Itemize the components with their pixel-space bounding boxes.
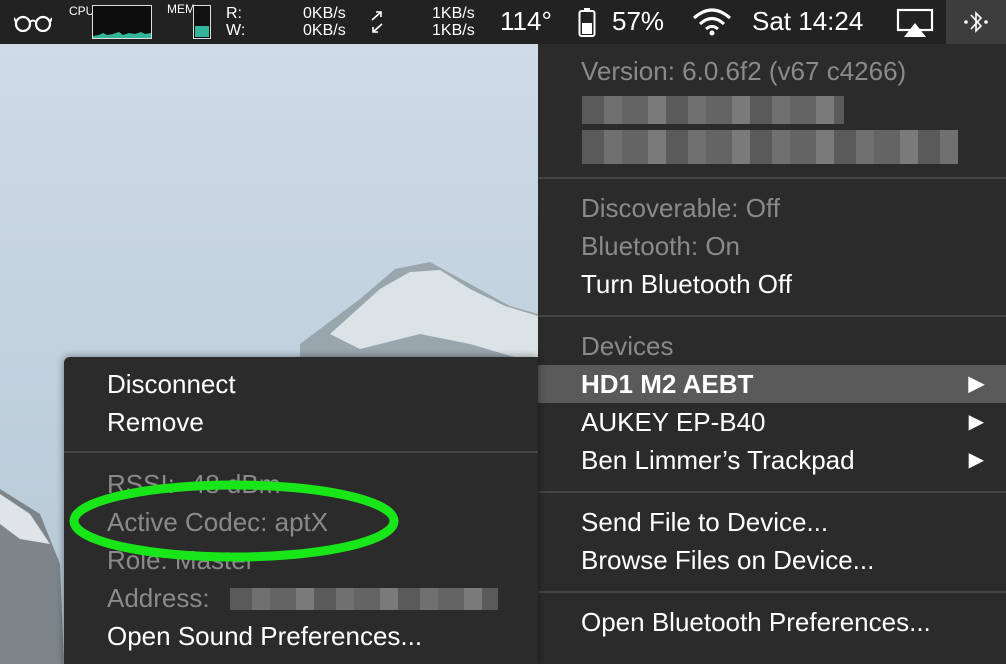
mem-label: MEM [166, 2, 195, 16]
bluetooth-menu: Version: 6.0.6f2 (v67 c4266) Discoverabl… [538, 44, 1006, 664]
mem-label-text: MEM [167, 2, 195, 16]
discoverable-status: Discoverable: Off [581, 193, 780, 223]
redacted-info-2 [582, 130, 958, 164]
memory-gauge-fill [195, 25, 209, 37]
memory-gauge-icon[interactable] [193, 5, 211, 39]
open-bluetooth-preferences-item[interactable]: Open Bluetooth Preferences... [538, 603, 1006, 641]
bluetooth-menu-extra[interactable] [946, 0, 1006, 44]
cpu-label: CPU [68, 4, 95, 18]
device-name: AUKEY EP-B40 [581, 407, 766, 437]
network-arrows-icon[interactable] [370, 10, 384, 34]
net-down-rate: 0KB/s [303, 22, 346, 39]
disconnect-item[interactable]: Disconnect [64, 365, 538, 403]
glasses-icon[interactable] [14, 14, 52, 32]
separator [538, 315, 1006, 317]
submenu-arrow-icon: ▶ [968, 411, 984, 433]
browse-files-item[interactable]: Browse Files on Device... [538, 541, 1006, 579]
devices-header: Devices [581, 331, 674, 361]
submenu-arrow-icon: ▶ [968, 373, 984, 395]
disk-write-rate: 1KB/s [432, 22, 475, 39]
disk-read-rate: 1KB/s [432, 5, 475, 22]
device-item-hd1-m2-aebt[interactable]: HD1 M2 AEBT ▶ [538, 365, 1006, 403]
device-name: HD1 M2 AEBT [581, 369, 754, 399]
turn-bluetooth-off-item[interactable]: Turn Bluetooth Off [538, 265, 1006, 303]
redacted-address [230, 588, 498, 610]
disk-read-label: R: [226, 5, 242, 22]
rssi-info: RSSI: -48 dBm [107, 469, 281, 499]
cpu-label-text: CPU [69, 4, 95, 18]
active-codec-info: Active Codec: aptX [107, 507, 329, 537]
separator [538, 591, 1006, 593]
menubar-clock[interactable]: Sat 14:24 [752, 6, 863, 37]
remove-item[interactable]: Remove [64, 403, 538, 441]
send-file-item[interactable]: Send File to Device... [538, 503, 1006, 541]
separator [64, 451, 538, 453]
airplay-icon[interactable] [896, 8, 934, 38]
device-item-aukey-ep-b40[interactable]: AUKEY EP-B40 ▶ [538, 403, 1006, 441]
separator [538, 491, 1006, 493]
role-info: Role: Master [107, 545, 255, 575]
cpu-graph-icon[interactable] [92, 5, 152, 39]
device-submenu: Disconnect Remove RSSI: -48 dBm Active C… [64, 357, 538, 664]
disk-write-label: W: [226, 22, 246, 39]
address-label: Address: [107, 583, 210, 613]
separator [538, 177, 1006, 179]
battery-percent[interactable]: 57% [612, 6, 664, 37]
battery-icon[interactable] [578, 8, 596, 38]
temperature-readout[interactable]: 114° [500, 6, 552, 37]
net-up-rate: 0KB/s [303, 5, 346, 22]
version-info: Version: 6.0.6f2 (v67 c4266) [581, 56, 907, 86]
wifi-icon[interactable] [692, 8, 732, 36]
submenu-arrow-icon: ▶ [968, 449, 984, 471]
menu-bar: CPU MEM R: W: 0KB/s 0KB/s 1KB/s 1KB/s 11… [0, 0, 1006, 44]
bluetooth-status: Bluetooth: On [581, 231, 740, 261]
device-name: Ben Limmer’s Trackpad [581, 445, 855, 475]
open-sound-preferences-item[interactable]: Open Sound Preferences... [64, 617, 538, 655]
bluetooth-icon[interactable] [962, 8, 990, 36]
redacted-info [582, 96, 844, 124]
device-item-trackpad[interactable]: Ben Limmer’s Trackpad ▶ [538, 441, 1006, 479]
